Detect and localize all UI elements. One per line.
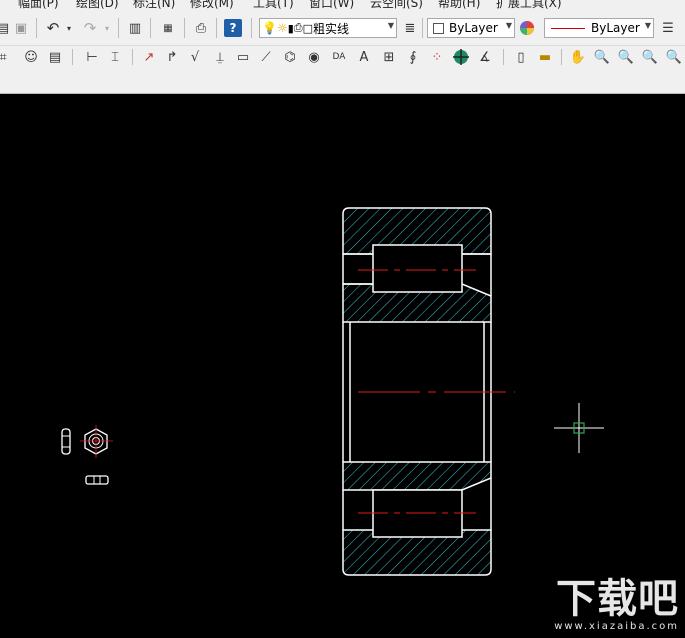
- dimension-linear-icon[interactable]: ⊢: [83, 48, 101, 66]
- menu-item-frame[interactable]: 幅面(P): [18, 0, 59, 10]
- color-value: ByLayer: [449, 21, 498, 35]
- lineweight-icon[interactable]: ☰: [659, 19, 677, 37]
- clipboard-icon[interactable]: ▣: [12, 19, 30, 37]
- sheet-icon[interactable]: ▤: [46, 48, 64, 66]
- layer-manager-icon[interactable]: ≣: [401, 19, 419, 37]
- watermark-site: www.xiazaiba.com: [554, 621, 679, 632]
- watermark: 下载吧 www.xiazaiba.com: [554, 577, 679, 632]
- toolbar-area: [0, 68, 685, 94]
- block-icon[interactable]: ▯: [512, 48, 530, 66]
- bearing-top-section: [342, 207, 492, 323]
- toolbar-separator: [184, 18, 185, 38]
- washer-side-view: [85, 475, 109, 485]
- menu-item-draw[interactable]: 绘图(D): [76, 0, 119, 10]
- toolbar-separator: [561, 49, 562, 65]
- menu-item-extensions[interactable]: 扩展工具(X): [496, 0, 562, 10]
- chevron-down-icon: ▼: [505, 21, 512, 30]
- text-icon[interactable]: A: [355, 48, 373, 66]
- toolbar-separator: [251, 18, 252, 38]
- toolbar-separator: [216, 18, 217, 38]
- calculator-icon[interactable]: ▦: [159, 19, 177, 37]
- tolerance-icon[interactable]: ▭: [234, 48, 252, 66]
- layer-combo[interactable]: 💡 ☼ ▮ ⎙ □ 粗实线 ▼: [259, 18, 397, 38]
- color-combo[interactable]: ByLayer ▼: [427, 18, 515, 38]
- arc-dimension-icon[interactable]: ↱: [163, 48, 181, 66]
- layer-name: 粗实线: [313, 21, 350, 36]
- bearing-bore: [342, 322, 515, 462]
- menu-item-window[interactable]: 窗口(W): [309, 0, 354, 10]
- dimension-aligned-icon[interactable]: ⌶: [106, 48, 124, 66]
- draw-toolbar: ⌗ ☺ ▤ ⊢ ⌶ ↗ ↱ √ ⍊ ▭ ⟋ ⌬ ◉ DA A ⊞ ∮ ⁘ ∡ ▯…: [0, 46, 685, 68]
- ruler-icon[interactable]: ▬: [536, 48, 554, 66]
- toolbar-separator: [503, 49, 504, 65]
- menu-item-cloud[interactable]: 云空间(S): [370, 0, 423, 10]
- angle-icon[interactable]: ∡: [476, 48, 494, 66]
- menu-item-help[interactable]: 帮助(H): [438, 0, 480, 10]
- watermark-brand: 下载吧: [556, 576, 679, 622]
- color-wheel-icon[interactable]: [518, 19, 536, 37]
- toolbar-separator: [72, 49, 73, 65]
- properties-icon[interactable]: ▥: [126, 19, 144, 37]
- line-sample-icon: [551, 27, 585, 29]
- lightbulb-icon: 💡: [262, 21, 277, 35]
- chevron-down-icon: ▼: [387, 21, 394, 30]
- zoom-previous-icon[interactable]: 🔍: [665, 48, 683, 66]
- toolbar-separator: [150, 18, 151, 38]
- print-icon[interactable]: ⎙: [192, 19, 210, 37]
- pan-icon[interactable]: ✋: [569, 48, 587, 66]
- small-parts: [61, 425, 113, 485]
- redo-dropdown-icon[interactable]: ▾: [98, 19, 116, 37]
- center-hole-icon[interactable]: ◉: [305, 48, 323, 66]
- chevron-down-icon: ▼: [644, 21, 651, 30]
- crosshair-cursor: [554, 403, 604, 453]
- toolbar-separator: [118, 18, 119, 38]
- standard-toolbar: ▤ ▣ ↶ ▾ ↷ ▾ ▥ ▦ ⎙ ? 💡 ☼ ▮ ⎙ □ 粗实线 ▼ ≣ By…: [0, 10, 685, 46]
- drawing-svg: [61, 207, 604, 576]
- toolbar-separator: [422, 18, 423, 38]
- leader-icon[interactable]: ↗: [140, 48, 158, 66]
- hole-icon[interactable]: [452, 48, 470, 66]
- text-format-icon[interactable]: DA: [330, 48, 348, 66]
- color-swatch-icon: [433, 22, 444, 34]
- roller-top: [372, 244, 463, 293]
- linetype-value: ByLayer: [591, 21, 640, 35]
- sun-icon: ☼: [276, 21, 288, 35]
- chamfer-icon[interactable]: ⌬: [281, 48, 299, 66]
- bolt-side-view: [61, 428, 71, 455]
- menu-item-tools[interactable]: 工具(T): [253, 0, 294, 10]
- menu-item-dimension[interactable]: 标注(N): [133, 0, 175, 10]
- printer-state-icon: ⎙: [293, 21, 303, 34]
- weld-icon[interactable]: ⟋: [257, 48, 275, 66]
- user-icon[interactable]: ☺: [22, 48, 40, 66]
- save-icon[interactable]: ▤: [0, 19, 12, 37]
- table-icon[interactable]: ⊞: [380, 48, 398, 66]
- bearing-bottom-section: [342, 461, 492, 576]
- menu-item-modify[interactable]: 修改(M): [190, 0, 234, 10]
- toolbar-separator: [36, 18, 37, 38]
- drawing-canvas[interactable]: 下载吧 www.xiazaiba.com: [0, 94, 685, 634]
- snap-icon[interactable]: ⌗: [0, 48, 12, 66]
- menu-bar: 幅面(P) 绘图(D) 标注(N) 修改(M) 工具(T) 窗口(W) 云空间(…: [0, 0, 685, 10]
- zoom-all-icon[interactable]: 🔍: [641, 48, 659, 66]
- zoom-realtime-icon[interactable]: 🔍: [593, 48, 611, 66]
- layer-color-swatch-icon: □: [302, 21, 313, 35]
- datum-icon[interactable]: ⍊: [211, 48, 229, 66]
- toolbar-separator: [132, 49, 133, 65]
- undo-dropdown-icon[interactable]: ▾: [60, 19, 78, 37]
- help-icon[interactable]: ?: [224, 19, 242, 37]
- redo-icon[interactable]: ↷: [81, 19, 99, 37]
- linetype-combo[interactable]: ByLayer ▼: [544, 18, 654, 38]
- roughness-icon[interactable]: √: [186, 48, 204, 66]
- array-icon[interactable]: ⁘: [428, 48, 446, 66]
- zoom-window-icon[interactable]: 🔍: [617, 48, 635, 66]
- inner-ring-bottom-hatch: [342, 461, 492, 491]
- symbol-icon[interactable]: ∮: [404, 48, 422, 66]
